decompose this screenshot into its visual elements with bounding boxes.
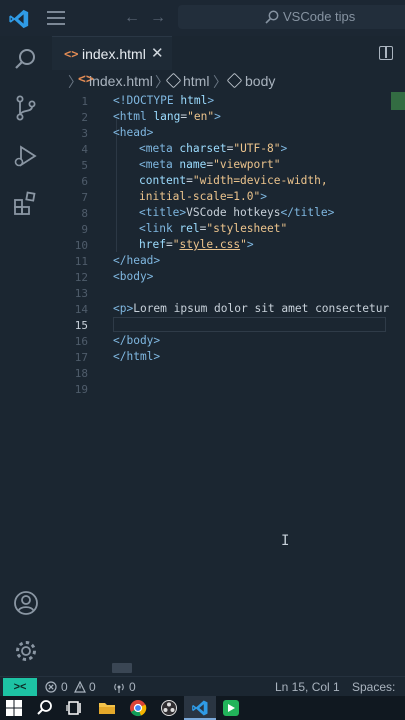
warning-icon[interactable] [74, 681, 86, 693]
command-center-text: VSCode tips [283, 9, 356, 24]
code-line-8: <title>VSCode hotkeys</title> [139, 206, 335, 219]
line-number: 4 [81, 143, 88, 156]
code-line-14: <p>Lorem ipsum dolor sit amet consectetu… [113, 302, 390, 315]
line-number: 13 [74, 287, 88, 300]
code-line-5: <meta name="viewport" [139, 158, 281, 171]
breadcrumb-separator: 〉 [213, 74, 227, 90]
line-number: 11 [74, 255, 88, 268]
chrome-icon[interactable] [129, 699, 147, 717]
code-line-3: <head> [113, 126, 154, 139]
windows-taskbar [0, 696, 405, 720]
line-number: 19 [74, 383, 88, 396]
line-number: 8 [81, 207, 88, 220]
status-bar: >< 0 0 0 Ln 15, Col 1 Spaces: 4 [0, 676, 405, 708]
breadcrumb-body[interactable]: body [245, 73, 275, 89]
error-icon[interactable] [45, 681, 57, 693]
code-line-16: </body> [113, 334, 161, 347]
explorer-icon[interactable] [12, 46, 40, 74]
ports-count[interactable]: 0 [129, 680, 136, 694]
activity-bar [0, 36, 52, 676]
line-number: 15 [74, 319, 88, 332]
line-number: 10 [74, 239, 88, 252]
line-number: 6 [81, 175, 88, 188]
minimap[interactable] [391, 92, 405, 110]
windows-start-icon[interactable] [5, 699, 23, 717]
app-icon[interactable] [222, 699, 240, 717]
code-line-2: <html lang="en"> [113, 110, 221, 123]
line-number: 18 [74, 367, 88, 380]
task-view-icon[interactable] [66, 699, 84, 717]
code-line-12: <body> [113, 270, 154, 283]
tab-index-html[interactable]: <> index.html ✕ [52, 36, 172, 70]
stylesheet-link: style.css [179, 238, 241, 251]
ports-broadcast-icon[interactable] [113, 681, 125, 693]
run-debug-icon[interactable] [12, 142, 40, 170]
code-line-1: <!DOCTYPE html> [113, 94, 215, 107]
line-number: 16 [74, 335, 88, 348]
breadcrumb: 〉 <> index.html 〉 html 〉 body [52, 70, 405, 92]
horizontal-scrollbar[interactable] [112, 663, 132, 673]
line-number: 1 [81, 95, 88, 108]
forward-arrow-icon[interactable]: → [150, 9, 166, 27]
current-line-highlight [113, 317, 386, 332]
search-icon[interactable] [36, 699, 54, 717]
remote-indicator-button[interactable]: >< [3, 678, 37, 696]
line-number: 2 [81, 111, 88, 124]
back-arrow-icon[interactable]: ← [124, 9, 140, 27]
code-line-7: initial-scale=1.0"> [139, 190, 267, 203]
search-icon [265, 10, 279, 24]
obs-icon[interactable] [160, 699, 178, 717]
code-line-6: content="width=device-width, [139, 174, 328, 187]
menu-icon[interactable] [47, 11, 65, 25]
code-line-10: href="style.css"> [139, 238, 254, 251]
line-number: 9 [81, 223, 88, 236]
title-bar: ← → VSCode tips [0, 0, 405, 36]
command-center-search[interactable]: VSCode tips [178, 5, 405, 29]
breadcrumb-file[interactable]: index.html [89, 73, 153, 89]
account-icon[interactable] [12, 589, 40, 617]
line-number: 12 [74, 271, 88, 284]
code-editor[interactable]: 1 2 3 4 5 6 7 8 9 10 11 12 13 14 15 16 17 18 19 <!DOCTYPE … [52, 92, 405, 660]
settings-gear-icon[interactable] [12, 637, 40, 665]
source-control-icon[interactable] [12, 94, 40, 122]
vscode-logo-icon [9, 9, 29, 29]
tab-bar: <> index.html ✕ [52, 36, 405, 70]
file-explorer-icon[interactable] [98, 699, 116, 717]
breadcrumb-html[interactable]: html [183, 73, 209, 89]
symbol-element-icon [226, 72, 243, 89]
error-count[interactable]: 0 [61, 680, 68, 694]
code-line-4: <meta charset="UTF-8"> [139, 142, 288, 155]
code-line-9: <link rel="stylesheet" [139, 222, 288, 235]
extensions-icon[interactable] [12, 190, 40, 218]
line-number: 7 [81, 191, 88, 204]
code-line-17: </html> [113, 350, 161, 363]
line-number: 5 [81, 159, 88, 172]
mouse-ibeam-cursor: I [281, 533, 290, 549]
line-number: 3 [81, 127, 88, 140]
line-number: 17 [74, 351, 88, 364]
line-number-gutter: 1 2 3 4 5 6 7 8 9 10 11 12 13 14 15 16 17 18 19 [52, 92, 88, 660]
close-icon[interactable]: ✕ [151, 44, 164, 62]
cursor-position[interactable]: Ln 15, Col 1 [275, 680, 340, 694]
tab-label: index.html [82, 46, 146, 62]
vscode-icon[interactable] [191, 699, 209, 717]
line-number: 14 [74, 303, 88, 316]
html-file-icon: <> [64, 47, 79, 61]
code-line-11: </head> [113, 254, 161, 267]
warning-count[interactable]: 0 [89, 680, 96, 694]
split-editor-icon[interactable] [379, 46, 393, 60]
